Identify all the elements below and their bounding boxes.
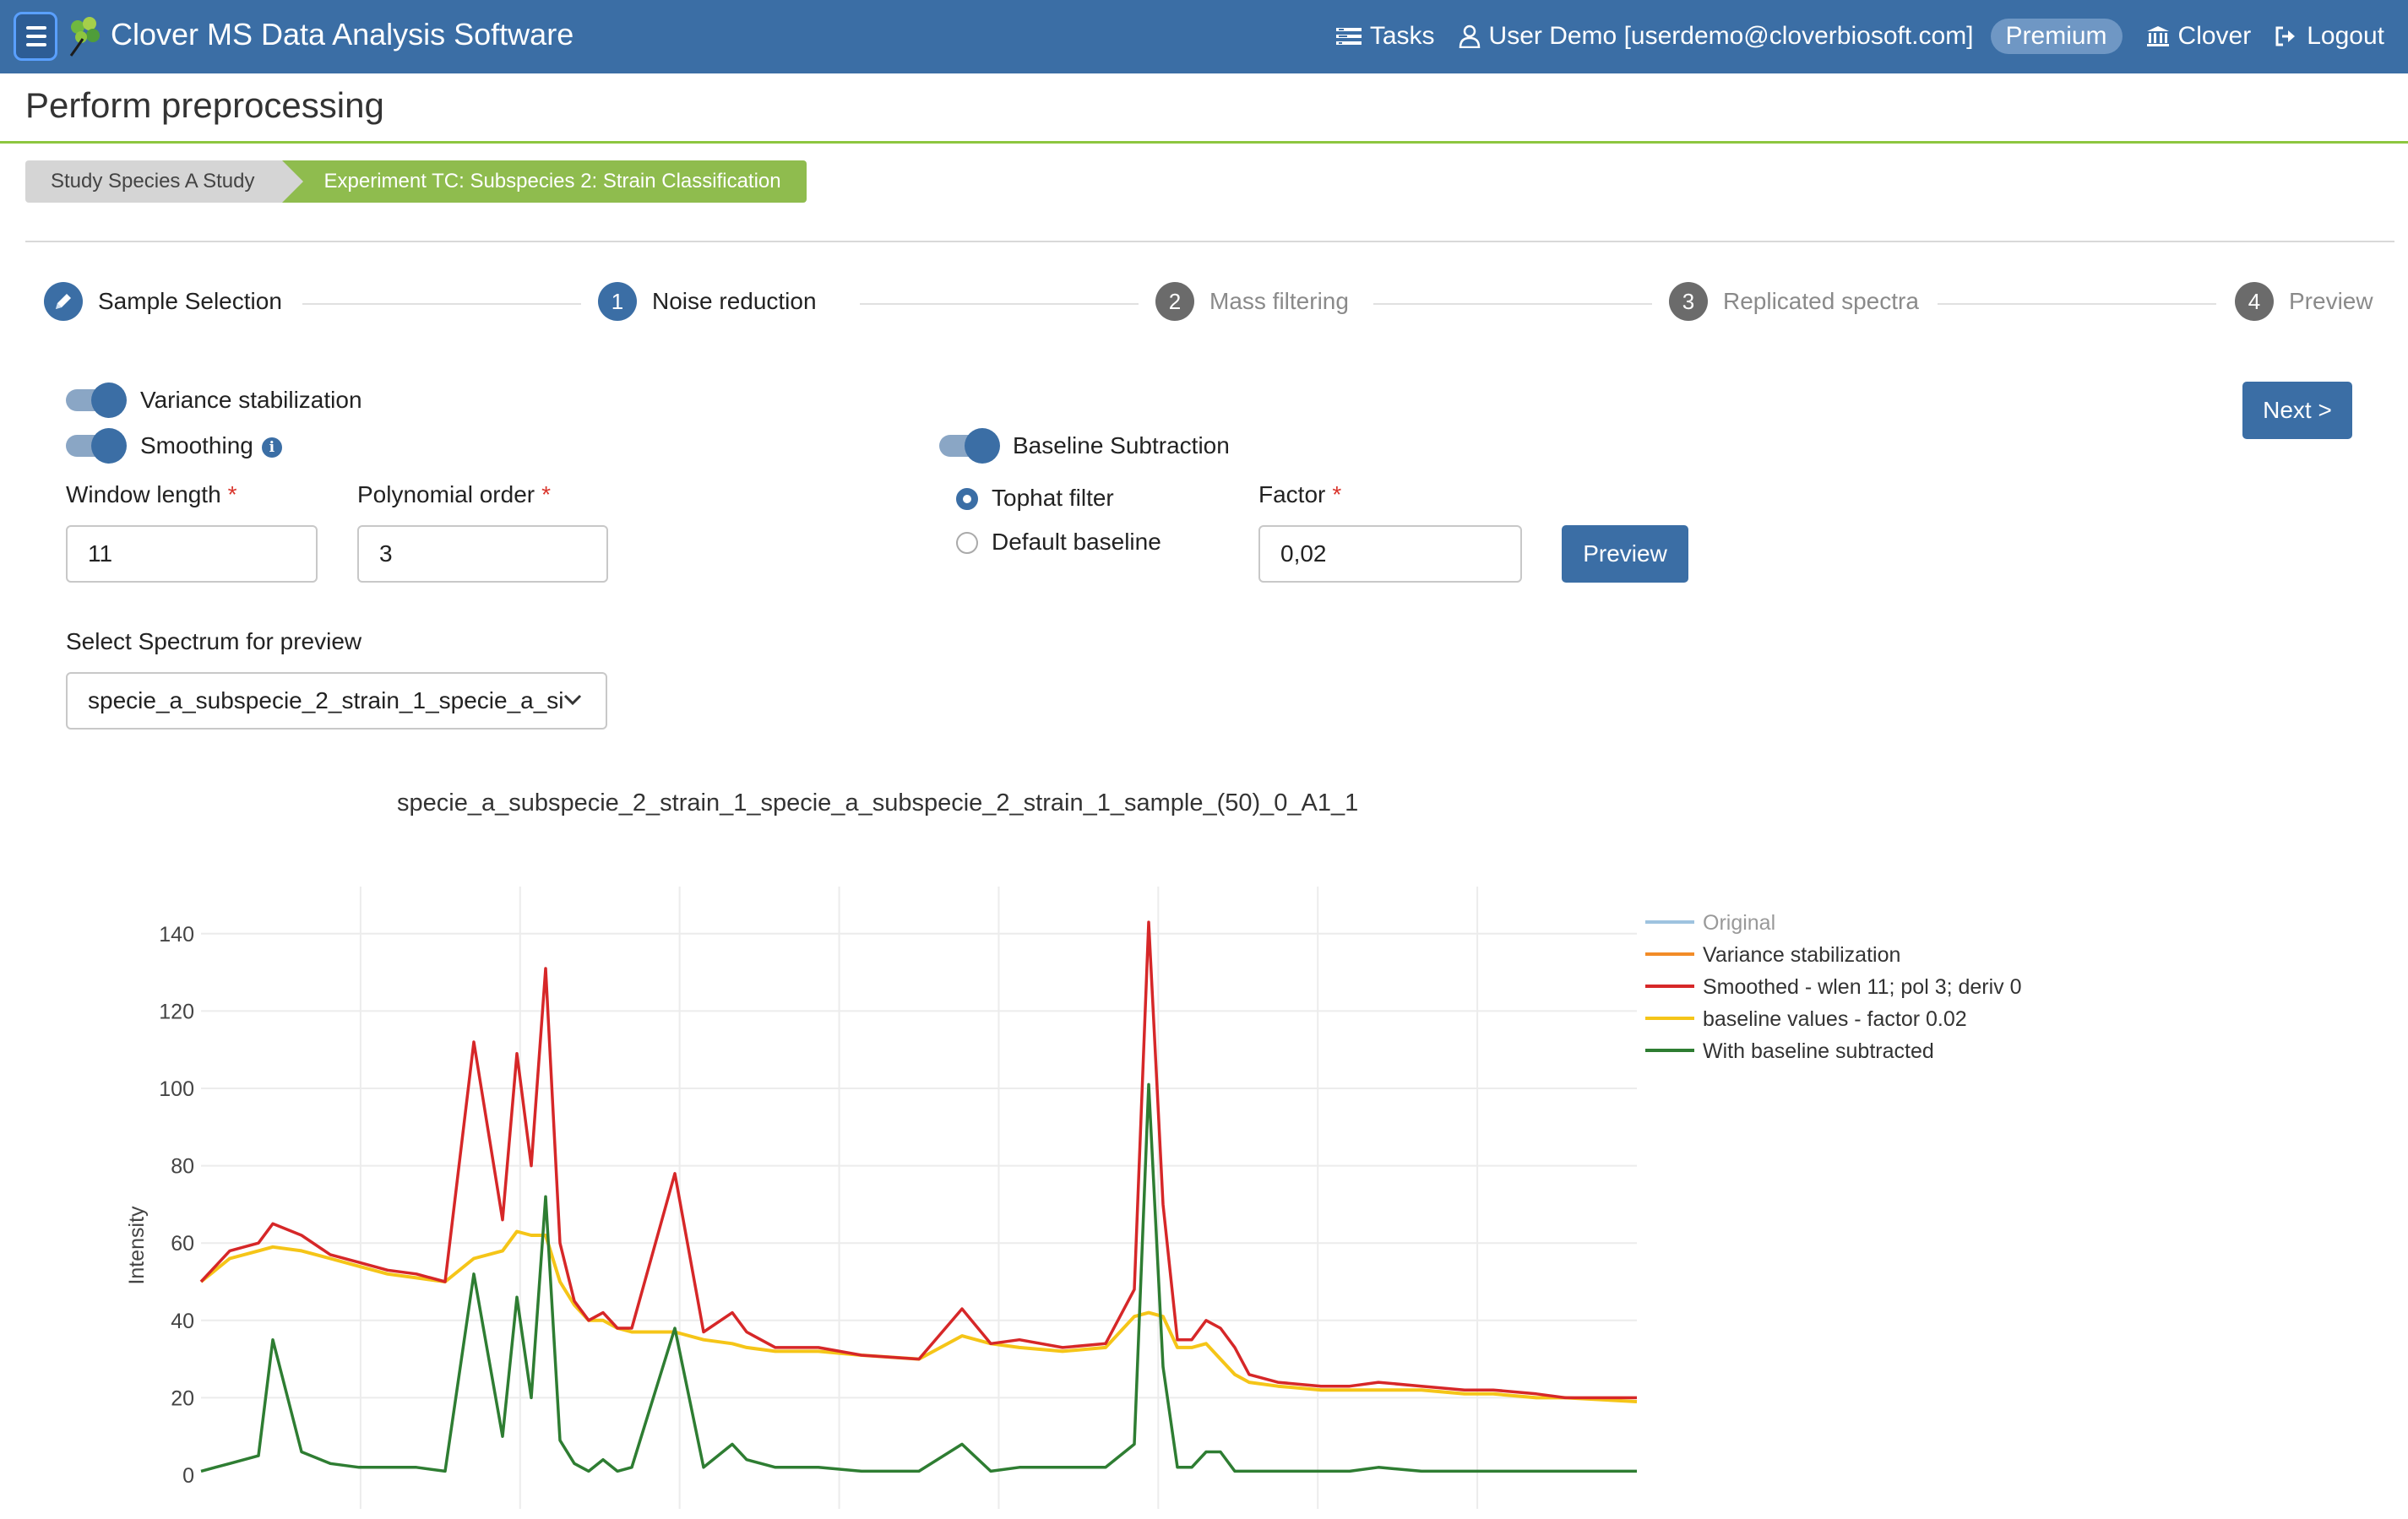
variance-label: Variance stabilization (140, 387, 362, 413)
spectrum-select[interactable]: specie_a_subspecie_2_strain_1_specie_a_s… (66, 672, 607, 730)
premium-badge: Premium (1990, 19, 2123, 54)
default-baseline-radio[interactable] (956, 532, 978, 554)
series-line-2 (199, 920, 1637, 1400)
y-tick-label: 20 (171, 1386, 194, 1410)
y-tick-label: 140 (159, 923, 194, 947)
step-number: 2 (1155, 282, 1194, 321)
step-number: 4 (2235, 282, 2274, 321)
step-label: Mass filtering (1209, 288, 1349, 314)
legend-label[interactable]: Original (1703, 911, 1775, 935)
polynomial-order-label-text: Polynomial order (357, 481, 535, 507)
nav-logout[interactable]: Logout (2275, 22, 2384, 51)
step-connector (302, 303, 581, 305)
divider (25, 241, 2394, 242)
spectrum-chart: 0 20 40 60 80 100 120 140 Original Variance stab… (125, 887, 2022, 1509)
breadcrumb-experiment[interactable]: Experiment TC: Subspecies 2: Strain Clas… (281, 160, 807, 203)
next-button[interactable]: Next > (2242, 382, 2352, 439)
page-title: Perform preprocessing (25, 85, 384, 125)
legend-label[interactable]: Smoothed - wlen 11; pol 3; deriv 0 (1703, 975, 2022, 999)
factor-label: Factor * (1258, 481, 1341, 508)
step-number: 3 (1669, 282, 1708, 321)
window-length-input[interactable]: 11 (66, 525, 318, 583)
step-noise-reduction[interactable]: 1 Noise reduction (598, 282, 817, 321)
nav-tasks-label: Tasks (1369, 22, 1435, 50)
polynomial-order-label: Polynomial order * (357, 481, 551, 508)
required-mark: * (227, 481, 237, 507)
smoothing-label: Smoothing i (140, 432, 282, 459)
nav-logout-label: Logout (2307, 22, 2384, 50)
nav-clover[interactable]: Clover (2146, 22, 2252, 51)
step-preview[interactable]: 4 Preview (2235, 282, 2373, 321)
window-length-label-text: Window length (66, 481, 221, 507)
polynomial-order-input[interactable]: 3 (357, 525, 608, 583)
step-replicated-spectra[interactable]: 3 Replicated spectra (1669, 282, 1919, 321)
institution-icon (2146, 26, 2169, 46)
default-baseline-label: Default baseline (992, 529, 1161, 555)
step-label: Replicated spectra (1723, 288, 1919, 314)
step-connector (1373, 303, 1652, 305)
nav-clover-label: Clover (2177, 22, 2252, 50)
series-line-3 (199, 1229, 1638, 1403)
select-spectrum-label: Select Spectrum for preview (66, 628, 362, 654)
breadcrumb-study[interactable]: Study Species A Study (25, 160, 302, 203)
legend-label[interactable]: baseline values - factor 0.02 (1703, 1007, 1967, 1031)
step-connector (1938, 303, 2216, 305)
y-tick-label: 40 (171, 1310, 194, 1333)
preview-button[interactable]: Preview (1562, 525, 1688, 583)
y-tick-label: 80 (171, 1155, 194, 1179)
info-icon[interactable]: i (261, 437, 282, 458)
smoothing-label-text: Smoothing (140, 432, 253, 458)
y-tick-label: 120 (159, 1000, 194, 1023)
nav-user-label: User Demo [userdemo@cloverbiosoft.com] (1488, 22, 1974, 50)
baseline-label: Baseline Subtraction (1013, 432, 1230, 458)
chevron-down-icon (563, 694, 582, 706)
logout-icon (2275, 26, 2296, 46)
baseline-toggle[interactable] (939, 428, 1000, 464)
app-title[interactable]: Clover MS Data Analysis Software (111, 17, 573, 52)
top-navbar: Clover MS Data Analysis Software Tasks U… (0, 0, 2408, 73)
step-label: Noise reduction (652, 288, 817, 314)
tophat-label: Tophat filter (992, 485, 1114, 511)
tophat-radio[interactable] (956, 488, 978, 510)
hamburger-menu-button[interactable] (14, 12, 57, 61)
legend-label[interactable]: Variance stabilization (1703, 943, 1900, 967)
y-tick-label: 100 (159, 1077, 194, 1101)
chart-title: specie_a_subspecie_2_strain_1_specie_a_s… (397, 789, 1359, 816)
y-axis-label: Intensity (125, 1206, 149, 1285)
clover-logo-icon (69, 17, 100, 57)
factor-label-text: Factor (1258, 481, 1326, 507)
step-number: 1 (598, 282, 637, 321)
step-sample-selection[interactable]: Sample Selection (44, 282, 282, 321)
pencil-icon (44, 282, 83, 321)
user-icon (1459, 24, 1480, 48)
variance-toggle[interactable] (66, 382, 127, 418)
step-connector (860, 303, 1139, 305)
step-label: Sample Selection (98, 288, 282, 314)
window-length-label: Window length * (66, 481, 237, 508)
required-mark: * (541, 481, 552, 507)
factor-input[interactable]: 0,02 (1258, 525, 1522, 583)
stepper: Sample Selection 1 Noise reduction 2 Mas… (44, 282, 2375, 326)
legend-label[interactable]: With baseline subtracted (1703, 1039, 1934, 1063)
tasks-icon (1335, 28, 1362, 45)
breadcrumb: Study Species A Study Experiment TC: Sub… (25, 160, 807, 203)
required-mark: * (1332, 481, 1342, 507)
smoothing-toggle[interactable] (66, 428, 127, 464)
y-tick-label: 0 (182, 1464, 194, 1488)
nav-user[interactable]: User Demo [userdemo@cloverbiosoft.com] (1459, 22, 1974, 51)
spectrum-select-value: specie_a_subspecie_2_strain_1_specie_a_s… (88, 687, 564, 713)
nav-tasks[interactable]: Tasks (1335, 22, 1435, 51)
y-tick-label: 60 (171, 1232, 194, 1256)
step-mass-filtering[interactable]: 2 Mass filtering (1155, 282, 1349, 321)
page-header: Perform preprocessing (0, 73, 2408, 144)
step-label: Preview (2289, 288, 2373, 314)
